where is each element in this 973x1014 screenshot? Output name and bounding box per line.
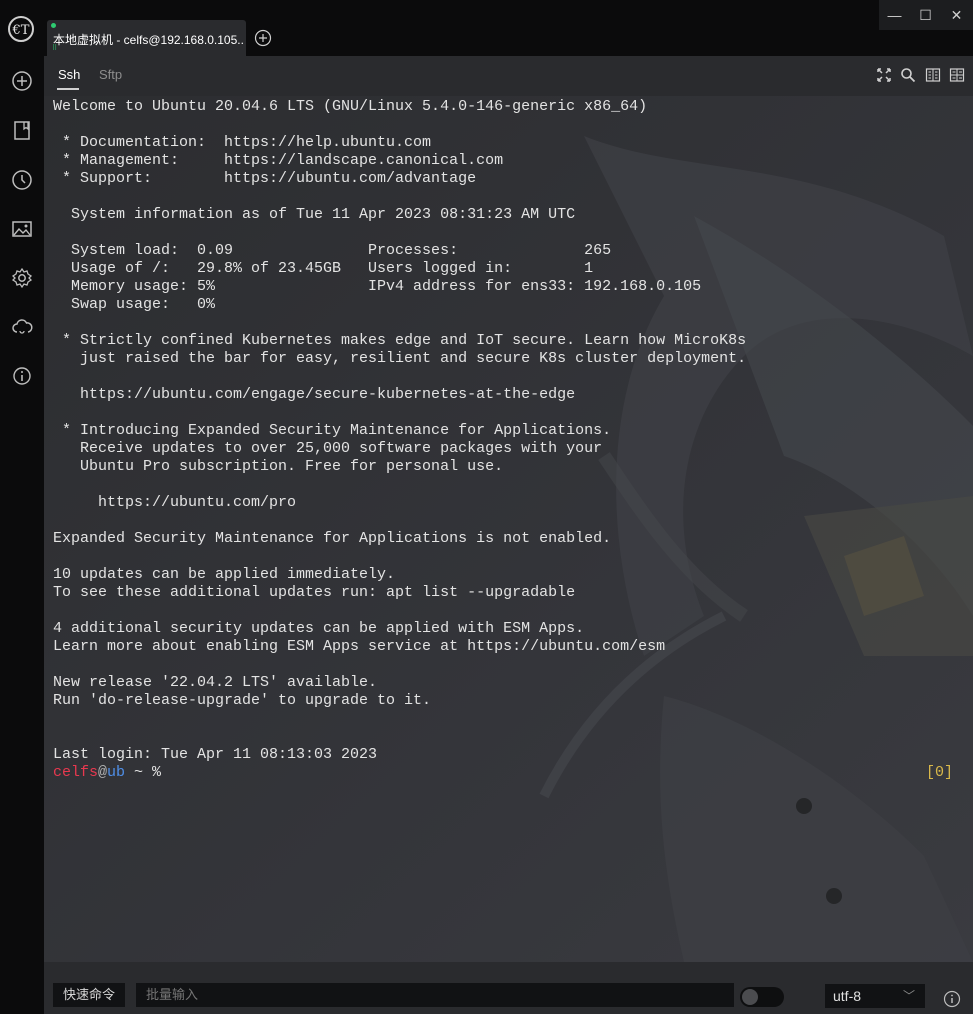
cloud-sync-icon[interactable] — [11, 316, 33, 338]
encoding-value: utf-8 — [833, 988, 862, 1004]
maximize-button[interactable]: ☐ — [910, 0, 941, 30]
connection-status-dot — [51, 23, 56, 28]
split-grid-icon[interactable] — [949, 67, 965, 83]
quick-command-button[interactable]: 快速命令 — [53, 983, 125, 1007]
prompt-path: ~ % — [125, 764, 162, 781]
active-tab-indicator — [57, 88, 79, 90]
terminal-view[interactable]: Welcome to Ubuntu 20.04.6 LTS (GNU/Linux… — [44, 96, 973, 962]
prompt-user: celfs — [53, 764, 99, 781]
fullscreen-icon[interactable] — [876, 67, 892, 83]
encoding-select[interactable]: utf-8 ﹀ — [825, 984, 925, 1008]
batch-input[interactable] — [136, 983, 734, 1007]
session-panel: Ssh Sftp Welcome to Ubuntu 20.04.6 LTS (… — [44, 56, 973, 1014]
tab-sftp[interactable]: Sftp — [99, 67, 122, 82]
info-icon[interactable] — [11, 365, 33, 387]
new-tab-icon[interactable] — [254, 29, 272, 47]
app-logo: €T — [8, 16, 34, 42]
terminal-output: Welcome to Ubuntu 20.04.6 LTS (GNU/Linux… — [53, 98, 747, 763]
split-vertical-icon[interactable] — [925, 67, 941, 83]
search-icon[interactable] — [900, 67, 916, 83]
session-tab[interactable]: ⠿ 本地虚拟机 - celfs@192.168.0.105... — [47, 20, 246, 56]
app-window: €T ⠿ 本地虚拟机 - celfs@192.168.0.105... — ☐ … — [0, 0, 973, 1014]
tab-ssh[interactable]: Ssh — [58, 67, 80, 82]
toggle-knob — [742, 989, 758, 1005]
chevron-down-icon: ﹀ — [902, 989, 915, 1003]
history-icon[interactable] — [11, 169, 33, 191]
shell-prompt: celfs@ub ~ % — [53, 764, 161, 782]
status-info-icon[interactable] — [943, 990, 961, 1008]
jobs-indicator: [0] — [925, 764, 953, 781]
tab-bar: ⠿ 本地虚拟机 - celfs@192.168.0.105... — ☐ ✕ — [44, 0, 973, 56]
bottom-bar: 快速命令 utf-8 ﹀ — [44, 962, 973, 1014]
close-button[interactable]: ✕ — [941, 0, 972, 30]
image-icon[interactable] — [11, 218, 33, 240]
session-tab-title: 本地虚拟机 - celfs@192.168.0.105... — [53, 33, 243, 47]
prompt-host: ub — [107, 764, 126, 781]
prompt-at: @ — [98, 764, 108, 781]
terminal-toolbar — [872, 67, 965, 83]
batch-send-toggle[interactable] — [740, 987, 784, 1007]
window-controls: — ☐ ✕ — [879, 0, 973, 30]
add-icon[interactable] — [11, 70, 33, 92]
bookmark-icon[interactable] — [11, 119, 33, 141]
left-sidebar: €T — [0, 0, 44, 1014]
minimize-button[interactable]: — — [879, 0, 910, 30]
protocol-tabs: Ssh Sftp — [44, 56, 973, 96]
settings-icon[interactable] — [11, 267, 33, 289]
